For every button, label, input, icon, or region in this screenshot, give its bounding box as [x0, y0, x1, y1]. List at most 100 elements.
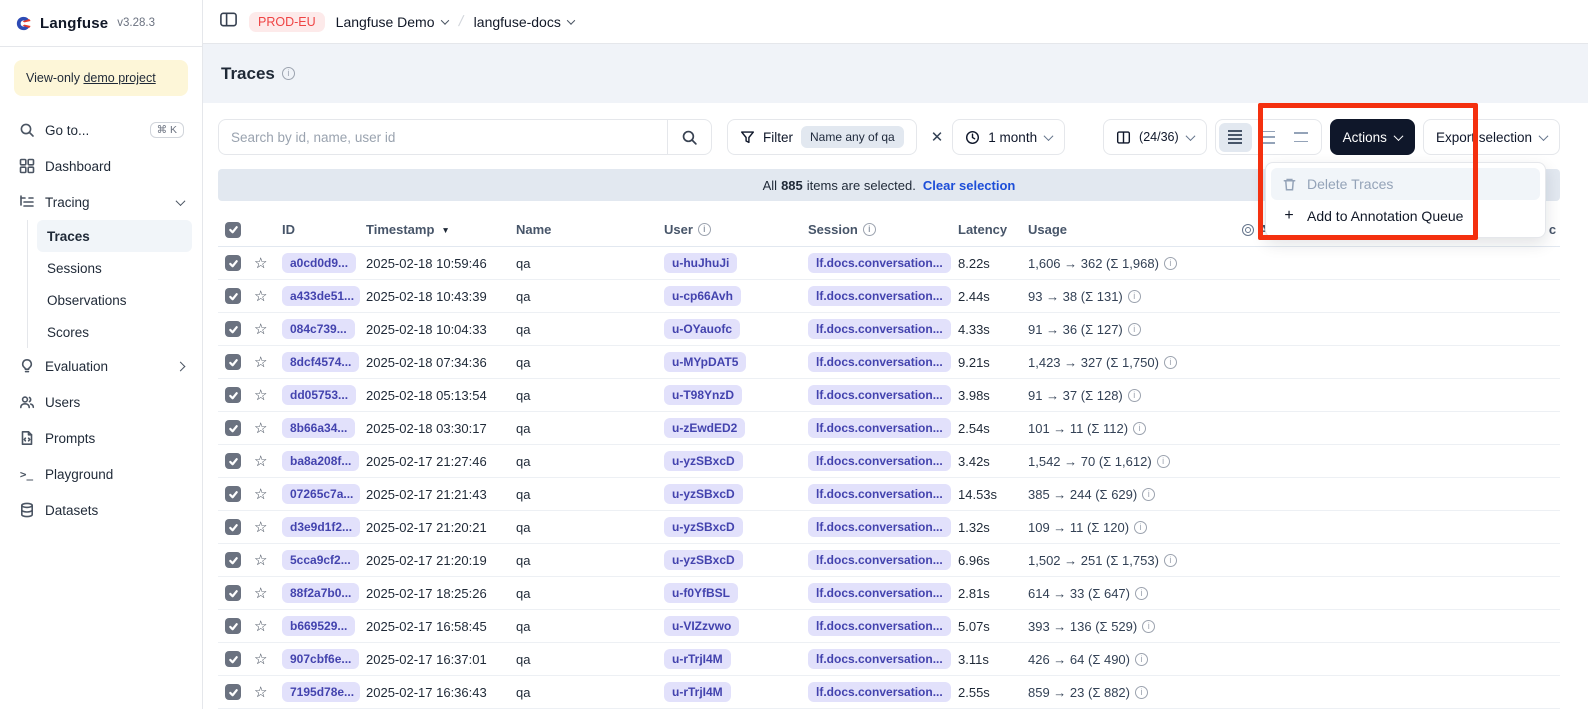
row-checkbox[interactable] — [225, 255, 241, 271]
trace-id-link[interactable]: 8dcf4574... — [282, 352, 359, 372]
session-id-link[interactable]: lf.docs.conversation... — [808, 616, 951, 636]
trace-id-link[interactable]: dd05753... — [282, 385, 356, 405]
usage-info-icon[interactable] — [1128, 389, 1141, 402]
user-id-link[interactable]: u-T98YnzD — [664, 385, 742, 405]
sidebar-item-datasets[interactable]: Datasets — [10, 492, 192, 528]
user-id-link[interactable]: u-rTrjI4M — [664, 649, 731, 669]
bookmark-star-icon[interactable]: ☆ — [254, 256, 267, 271]
header-timestamp[interactable]: Timestamp ▼ — [366, 222, 516, 237]
session-id-link[interactable]: lf.docs.conversation... — [808, 484, 951, 504]
session-id-link[interactable]: lf.docs.conversation... — [808, 451, 951, 471]
session-id-link[interactable]: lf.docs.conversation... — [808, 418, 951, 438]
user-id-link[interactable]: u-yzSBxcD — [664, 451, 743, 471]
row-checkbox[interactable] — [225, 354, 241, 370]
user-id-link[interactable]: u-f0YfBSL — [664, 583, 738, 603]
session-id-link[interactable]: lf.docs.conversation... — [808, 649, 951, 669]
usage-info-icon[interactable] — [1134, 521, 1147, 534]
usage-info-icon[interactable] — [1128, 290, 1141, 303]
trace-id-link[interactable]: 084c739... — [282, 319, 355, 339]
header-latency[interactable]: Latency — [958, 222, 1028, 237]
bookmark-star-icon[interactable]: ☆ — [254, 487, 267, 502]
user-id-link[interactable]: u-yzSBxcD — [664, 517, 743, 537]
info-icon[interactable] — [282, 67, 295, 80]
user-id-link[interactable]: u-huJhuJi — [664, 253, 737, 273]
row-checkbox[interactable] — [225, 552, 241, 568]
sidebar-item-observations[interactable]: Observations — [37, 284, 192, 316]
trace-id-link[interactable]: 907cbf6e... — [282, 649, 359, 669]
row-checkbox[interactable] — [225, 651, 241, 667]
header-user[interactable]: User — [664, 222, 808, 237]
row-height-small-button[interactable] — [1219, 123, 1252, 152]
usage-info-icon[interactable] — [1164, 356, 1177, 369]
menu-item-add-to-annotation-queue[interactable]: + Add to Annotation Queue — [1271, 200, 1540, 232]
row-height-medium-button[interactable] — [1252, 123, 1285, 152]
header-name[interactable]: Name — [516, 222, 664, 237]
trace-id-link[interactable]: d3e9d1f2... — [282, 517, 360, 537]
sidebar-item-users[interactable]: Users — [10, 384, 192, 420]
demo-project-link[interactable]: demo project — [83, 71, 155, 85]
session-id-link[interactable]: lf.docs.conversation... — [808, 253, 951, 273]
trace-id-link[interactable]: 8b66a34... — [282, 418, 355, 438]
usage-info-icon[interactable] — [1133, 422, 1146, 435]
project-selector[interactable]: langfuse-docs — [474, 14, 574, 30]
sidebar-item-prompts[interactable]: Prompts — [10, 420, 192, 456]
usage-info-icon[interactable] — [1164, 257, 1177, 270]
bookmark-star-icon[interactable]: ☆ — [254, 322, 267, 337]
trace-id-link[interactable]: b669529... — [282, 616, 355, 636]
sidebar-item-scores[interactable]: Scores — [37, 316, 192, 348]
usage-info-icon[interactable] — [1128, 323, 1141, 336]
bookmark-star-icon[interactable]: ☆ — [254, 289, 267, 304]
trace-id-link[interactable]: a0cd0d9... — [282, 253, 356, 273]
trace-id-link[interactable]: 07265c7a... — [282, 484, 360, 504]
bookmark-star-icon[interactable]: ☆ — [254, 454, 267, 469]
user-id-link[interactable]: u-OYauofc — [664, 319, 740, 339]
bookmark-star-icon[interactable]: ☆ — [254, 619, 267, 634]
sidebar-item-tracing[interactable]: Tracing — [10, 184, 192, 220]
sidebar-item-sessions[interactable]: Sessions — [37, 252, 192, 284]
bookmark-star-icon[interactable]: ☆ — [254, 553, 267, 568]
trace-id-link[interactable]: ba8a208f... — [282, 451, 359, 471]
bookmark-star-icon[interactable]: ☆ — [254, 421, 267, 436]
trace-id-link[interactable]: a433de51... — [282, 286, 360, 306]
header-id[interactable]: ID — [282, 222, 366, 237]
row-checkbox[interactable] — [225, 684, 241, 700]
menu-item-delete-traces[interactable]: Delete Traces — [1271, 168, 1540, 200]
bookmark-star-icon[interactable]: ☆ — [254, 520, 267, 535]
bookmark-star-icon[interactable]: ☆ — [254, 586, 267, 601]
usage-info-icon[interactable] — [1135, 653, 1148, 666]
clear-selection-link[interactable]: Clear selection — [923, 178, 1016, 193]
clear-filter-button[interactable]: ✕ — [931, 128, 944, 146]
usage-info-icon[interactable] — [1142, 620, 1155, 633]
row-checkbox[interactable] — [225, 321, 241, 337]
row-checkbox[interactable] — [225, 288, 241, 304]
org-selector[interactable]: Langfuse Demo — [336, 14, 448, 30]
export-selection-button[interactable]: Export selection — [1423, 119, 1560, 155]
trace-id-link[interactable]: 88f2a7b0... — [282, 583, 359, 603]
session-id-link[interactable]: lf.docs.conversation... — [808, 682, 951, 702]
user-id-link[interactable]: u-cp66Avh — [664, 286, 741, 306]
time-range-button[interactable]: 1 month — [952, 119, 1065, 155]
bookmark-star-icon[interactable]: ☆ — [254, 388, 267, 403]
row-checkbox[interactable] — [225, 519, 241, 535]
usage-info-icon[interactable] — [1164, 554, 1177, 567]
user-id-link[interactable]: u-VIZzvwo — [664, 616, 739, 636]
bookmark-star-icon[interactable]: ☆ — [254, 685, 267, 700]
row-checkbox[interactable] — [225, 486, 241, 502]
header-session[interactable]: Session — [808, 222, 958, 237]
filter-button[interactable]: Filter Name any of qa — [727, 119, 917, 155]
row-checkbox[interactable] — [225, 453, 241, 469]
trace-id-link[interactable]: 5cca9cf2... — [282, 550, 359, 570]
sidebar-toggle-icon[interactable] — [219, 10, 238, 34]
sidebar-item-playground[interactable]: >_ Playground — [10, 456, 192, 492]
row-height-large-button[interactable] — [1285, 123, 1318, 152]
user-id-link[interactable]: u-yzSBxcD — [664, 550, 743, 570]
search-input[interactable] — [219, 130, 667, 145]
session-id-link[interactable]: lf.docs.conversation... — [808, 352, 951, 372]
trace-id-link[interactable]: 7195d78e... — [282, 682, 360, 702]
select-all-checkbox[interactable] — [225, 222, 241, 238]
session-id-link[interactable]: lf.docs.conversation... — [808, 319, 951, 339]
sidebar-item-traces[interactable]: Traces — [37, 220, 192, 252]
session-id-link[interactable]: lf.docs.conversation... — [808, 286, 951, 306]
sidebar-item-goto[interactable]: Go to... ⌘ K — [10, 112, 192, 148]
row-checkbox[interactable] — [225, 420, 241, 436]
